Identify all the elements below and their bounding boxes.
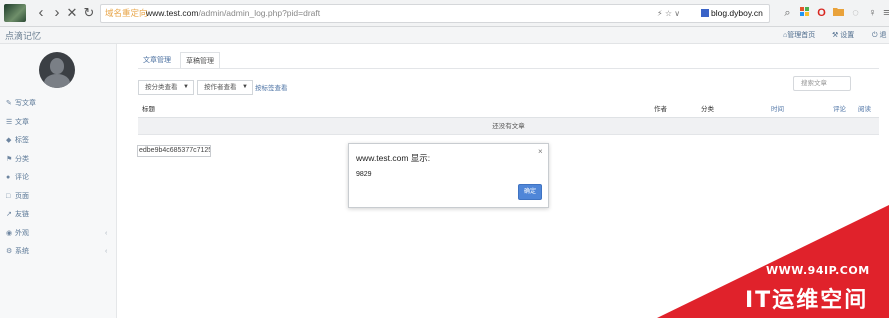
settings-link[interactable]: ⚒ 设置 [832,30,854,40]
alert-dialog: www.test.com 显示: × 9829 确定 [348,143,549,208]
browser-toolbar: ‹ › ✕ ↻ 域名重定向 www.test.com/admin/admin_l… [0,0,889,27]
author-filter-select[interactable]: 按作者查看 ▼ [197,80,253,95]
sidebar-item[interactable]: ◆ 标签 [0,132,116,150]
sidebar-item[interactable]: ☰ 文章 [0,114,116,132]
site-name[interactable]: 点滴记忆 [5,29,41,42]
category-filter-select[interactable]: 按分类查看 ▼ [138,80,194,95]
extension-icon[interactable]: ◌ [849,6,862,20]
sidebar-item-icon: □ [6,192,11,200]
sidebar-item-icon: ↗ [6,211,12,218]
dialog-message: 9829 [356,171,372,178]
wrench-icon: ⚒ [832,32,839,39]
sidebar: ✎ 写文章 ☰ 文章 ◆ 标签 ⚑ 分类 ● 评论 □ 页面 ↗ 友链 ◉ 外观 ‹ ⚙ 系统 ‹ [0,44,117,318]
column-category: 分类 [701,106,714,113]
table-empty-row: 还没有文章 [138,118,879,135]
dialog-close-icon[interactable]: × [538,147,543,156]
tabs-divider [138,68,879,69]
sidebar-item[interactable]: □ 页面 [0,188,116,206]
sidebar-item-label: 写文章 [15,100,36,107]
tab-posts[interactable]: 文章管理 [138,52,176,69]
user-icon[interactable]: ♀ [866,6,879,20]
power-icon: ⏻ [872,32,878,39]
sidebar-item-icon: ◉ [6,229,13,237]
search-input[interactable]: 搜索文章 [793,76,851,91]
column-reads[interactable]: 阅读 [858,101,871,118]
sidebar-item-icon: ◆ [6,137,12,144]
sidebar-item-icon: ☰ [6,118,13,126]
sidebar-item[interactable]: ⚙ 系统 ‹ [0,243,116,261]
sidebar-item-label: 文章 [15,118,29,126]
back-icon[interactable]: ‹ [33,4,49,22]
sidebar-item-label: 友链 [15,211,29,218]
column-author: 作者 [654,106,667,113]
folder-icon[interactable] [832,6,845,20]
sidebar-item[interactable]: ◉ 外观 ‹ [0,225,116,243]
browser-logo-icon [4,4,26,22]
sidebar-item-label: 页面 [15,192,29,200]
chevron-left-icon: ‹ [105,229,108,237]
forward-icon[interactable]: › [49,4,65,22]
sidebar-item[interactable]: ● 评论 [0,169,116,187]
sidebar-item[interactable]: ⚑ 分类 [0,151,116,169]
secure-label: 域名重定向 [105,8,148,18]
sidebar-item[interactable]: ✎ 写文章 [0,95,116,113]
logout-link[interactable]: ⏻ 退 [872,30,887,40]
address-bar[interactable]: 域名重定向 www.test.com/admin/admin_log.php?p… [100,4,770,23]
search-engine-selector[interactable]: blog.dyboy.cn [701,5,763,22]
avatar[interactable] [39,52,75,88]
tag-filter-link[interactable]: 按标签查看 [255,82,288,92]
reload-icon[interactable]: ↻ [81,4,97,22]
sidebar-item[interactable]: ↗ 友链 [0,206,116,224]
search-engine-icon [701,9,709,17]
dialog-title: www.test.com 显示: [356,153,431,163]
sidebar-item-icon: ● [6,174,11,181]
hash-output-field[interactable]: edbe9b4c685377c7125 [137,145,211,157]
ok-button[interactable]: 确定 [518,184,542,200]
sidebar-item-label: 评论 [15,174,29,181]
chevron-left-icon: ‹ [105,248,108,255]
column-comments[interactable]: 评论 [833,101,846,118]
extension-grid-icon[interactable] [798,6,811,20]
sidebar-item-label: 系统 [15,248,29,255]
avatar-head-icon [50,58,64,74]
sidebar-item-label: 分类 [15,155,29,163]
column-time[interactable]: 时间 [771,101,784,118]
url-text: www.test.com/admin/admin_log.php?pid=dra… [146,8,321,18]
table-header: 标题 作者 分类 时间 评论 阅读 [138,101,879,118]
opera-icon[interactable]: O [815,6,828,20]
watermark-url: WWW.94IP.COM [766,264,870,277]
menu-icon[interactable]: ≡ [880,6,889,20]
avatar-body-icon [44,74,70,88]
caret-down-icon: ▼ [242,84,248,90]
search-icon[interactable]: ⌕ [781,6,794,20]
site-header: 点滴记忆 ⌂管理首页 ⚒ 设置 ⏻ 退 [0,27,889,44]
caret-down-icon: ▼ [183,84,189,90]
sidebar-item-icon: ✎ [6,100,12,107]
tab-drafts[interactable]: 草稿管理 [180,52,220,69]
sidebar-item-icon: ⚙ [6,248,13,255]
sidebar-item-label: 外观 [15,229,29,237]
address-bar-actions[interactable]: ⚡ ☆ ∨ [657,5,680,22]
column-title: 标题 [142,106,155,113]
close-icon[interactable]: ✕ [64,4,80,22]
watermark-brand: IT运维空间 [745,288,869,313]
sidebar-item-label: 标签 [15,137,29,144]
sidebar-item-icon: ⚑ [6,155,13,163]
admin-home-link[interactable]: ⌂管理首页 [783,30,815,40]
